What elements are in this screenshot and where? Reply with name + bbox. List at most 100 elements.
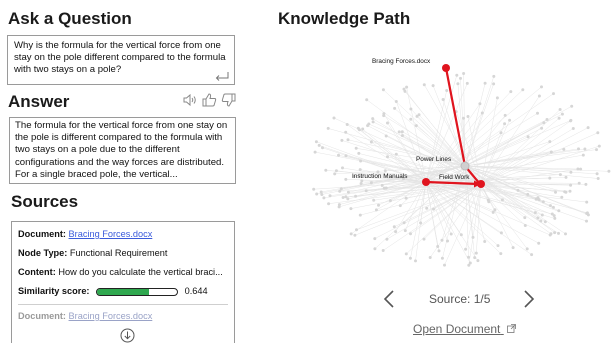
graph-node[interactable] (366, 124, 370, 128)
graph-node[interactable] (455, 73, 459, 77)
graph-node[interactable] (409, 117, 413, 121)
graph-node[interactable] (440, 256, 444, 260)
graph-node[interactable] (496, 244, 500, 248)
graph-node[interactable] (312, 187, 316, 191)
graph-node[interactable] (577, 147, 580, 151)
graph-node[interactable] (523, 216, 527, 220)
graph-node[interactable] (346, 190, 350, 194)
graph-node[interactable] (548, 176, 552, 180)
graph-node[interactable] (409, 232, 412, 236)
graph-node[interactable] (483, 240, 487, 243)
graph-node[interactable] (344, 177, 348, 181)
graph-node[interactable] (437, 249, 441, 253)
graph-node[interactable] (441, 98, 445, 101)
graph-node[interactable] (349, 207, 353, 211)
thumbs-up-icon[interactable] (202, 93, 217, 107)
graph-node[interactable] (503, 122, 507, 126)
graph-node[interactable] (540, 213, 544, 217)
graph-node[interactable] (371, 120, 375, 124)
graph-node[interactable] (526, 135, 530, 139)
graph-node[interactable] (597, 144, 601, 148)
graph-node[interactable] (394, 230, 398, 234)
graph-node[interactable] (392, 225, 396, 229)
graph-node[interactable] (560, 112, 564, 116)
graph-node[interactable] (539, 219, 543, 223)
graph-node[interactable] (478, 102, 482, 106)
graph-node[interactable] (322, 196, 326, 200)
graph-node[interactable] (568, 189, 572, 193)
graph-node[interactable] (328, 194, 332, 198)
graph-node[interactable] (553, 231, 557, 235)
node-bracing-forces[interactable] (442, 64, 450, 72)
graph-node[interactable] (560, 195, 564, 199)
graph-node[interactable] (337, 153, 340, 157)
graph-node[interactable] (581, 153, 585, 157)
graph-node[interactable] (385, 237, 389, 241)
graph-node[interactable] (549, 150, 553, 154)
graph-node[interactable] (595, 148, 598, 152)
graph-node[interactable] (386, 121, 389, 125)
graph-node[interactable] (540, 85, 543, 89)
graph-node[interactable] (341, 196, 345, 199)
graph-node[interactable] (492, 74, 496, 78)
graph-node[interactable] (545, 118, 549, 121)
graph-node[interactable] (525, 247, 529, 251)
graph-node[interactable] (576, 167, 580, 171)
graph-node[interactable] (499, 231, 503, 235)
graph-node[interactable] (408, 256, 412, 260)
graph-node[interactable] (403, 229, 407, 233)
graph-node[interactable] (394, 100, 398, 103)
graph-node[interactable] (414, 124, 418, 128)
graph-node[interactable] (466, 115, 470, 118)
graph-node[interactable] (428, 256, 432, 259)
node-power-lines[interactable] (460, 161, 470, 171)
graph-node[interactable] (319, 190, 323, 194)
graph-node[interactable] (327, 202, 331, 206)
graph-node[interactable] (381, 249, 385, 252)
graph-node[interactable] (584, 182, 588, 186)
graph-node[interactable] (446, 239, 449, 243)
graph-node[interactable] (521, 88, 525, 92)
graph-node[interactable] (337, 205, 341, 209)
graph-node[interactable] (596, 131, 600, 135)
graph-node[interactable] (402, 87, 406, 91)
graph-node[interactable] (551, 205, 555, 209)
graph-node[interactable] (548, 204, 552, 208)
graph-node[interactable] (332, 116, 336, 120)
graph-node[interactable] (314, 140, 318, 144)
graph-node[interactable] (341, 166, 344, 170)
graph-node[interactable] (503, 113, 507, 117)
graph-node[interactable] (543, 220, 547, 224)
graph-node[interactable] (564, 175, 568, 179)
graph-node[interactable] (380, 183, 384, 187)
graph-node[interactable] (557, 231, 560, 235)
chevron-right-icon[interactable] (523, 290, 535, 308)
graph-node[interactable] (558, 173, 562, 177)
graph-node[interactable] (557, 116, 561, 120)
graph-node[interactable] (382, 186, 386, 190)
graph-node[interactable] (369, 181, 373, 185)
graph-node[interactable] (480, 111, 484, 115)
graph-node[interactable] (499, 131, 503, 135)
enter-return-icon[interactable] (215, 71, 229, 81)
graph-node[interactable] (509, 90, 513, 94)
graph-node[interactable] (394, 152, 398, 156)
graph-node[interactable] (354, 194, 358, 198)
graph-node[interactable] (321, 146, 324, 150)
graph-node[interactable] (402, 221, 406, 225)
graph-node[interactable] (404, 252, 408, 256)
graph-node[interactable] (500, 198, 504, 202)
graph-node[interactable] (487, 200, 491, 204)
graph-node[interactable] (339, 187, 343, 191)
graph-node[interactable] (393, 106, 397, 110)
graph-node[interactable] (315, 192, 319, 196)
graph-node[interactable] (388, 199, 392, 203)
graph-node[interactable] (431, 84, 435, 88)
graph-node[interactable] (359, 159, 363, 163)
graph-node[interactable] (422, 237, 426, 241)
graph-node[interactable] (552, 92, 555, 96)
graph-node[interactable] (533, 211, 537, 215)
graph-node[interactable] (374, 208, 378, 212)
graph-node[interactable] (464, 247, 468, 251)
graph-node[interactable] (554, 190, 557, 194)
